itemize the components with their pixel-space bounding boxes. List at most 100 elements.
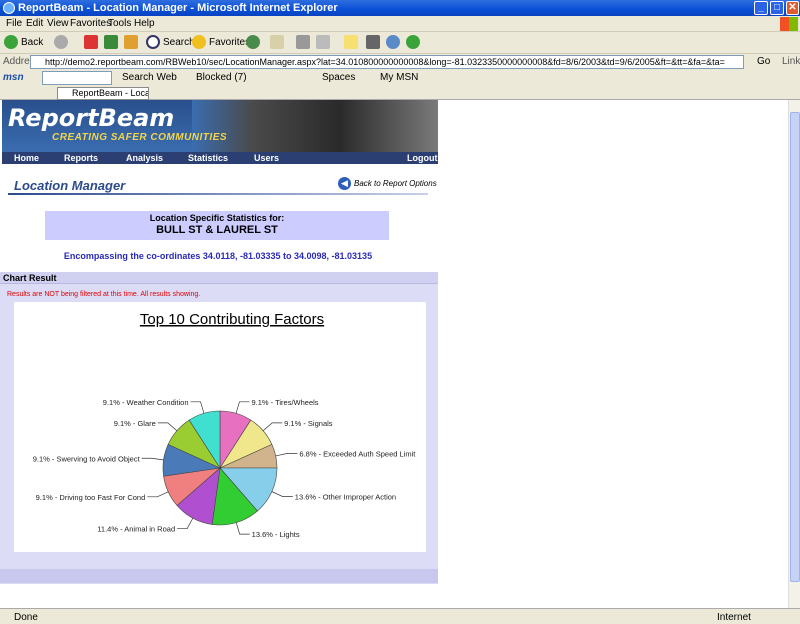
chart-title: Top 10 Contributing Factors	[140, 311, 324, 328]
slice-leader-line	[190, 401, 205, 414]
slice-leader-line	[262, 422, 283, 431]
vertical-scrollbar[interactable]	[788, 100, 800, 608]
browser-tab[interactable]: ReportBeam - Locatio...	[57, 87, 149, 100]
search-web-button[interactable]: Search Web	[122, 72, 177, 83]
slice-label: 9.1% - Glare	[114, 419, 156, 428]
windows-logo-icon	[780, 17, 798, 31]
status-text: Done	[14, 612, 38, 623]
pie-chart: Top 10 Contributing Factors 9.1% - Tires…	[33, 311, 417, 539]
coordinates-text: Encompassing the co-ordinates 34.0118, -…	[63, 251, 373, 261]
history-button[interactable]	[246, 35, 263, 51]
back-arrow-icon[interactable]: ◀	[338, 177, 351, 190]
address-input[interactable]: http://demo2.reportbeam.com/RBWeb10/sec/…	[30, 55, 744, 69]
search-icon	[146, 35, 160, 50]
location-stat-box: Location Specific Statistics for: BULL S…	[45, 211, 389, 240]
ie-icon	[3, 2, 15, 14]
stat-label: Location Specific Statistics for:	[149, 213, 285, 223]
discuss-button[interactable]	[344, 35, 361, 51]
menu-view[interactable]: View	[47, 18, 69, 29]
refresh-button[interactable]	[104, 35, 121, 51]
close-button[interactable]: ✕	[786, 1, 799, 15]
slice-leader-line	[141, 457, 164, 461]
stop-button[interactable]	[84, 35, 101, 51]
star-icon	[192, 35, 206, 50]
filter-warning: Results are NOT being filtered at this t…	[7, 291, 201, 298]
forward-arrow-icon	[54, 35, 68, 50]
slice-label: 9.1% - Swerving to Avoid Object	[33, 454, 141, 463]
edit-button[interactable]	[316, 35, 333, 51]
my-msn-button[interactable]: My MSN	[380, 72, 418, 83]
address-bar: Address http://demo2.reportbeam.com/RBWe…	[0, 54, 800, 70]
messenger-icon	[386, 35, 400, 50]
menu-help[interactable]: Help	[134, 18, 155, 29]
nav-logout[interactable]: Logout	[407, 152, 438, 164]
slice-label: 9.1% - Signals	[284, 419, 333, 428]
status-bar: Done Internet	[0, 608, 800, 624]
site-tagline: CREATING SAFER COMMUNITIES	[52, 132, 228, 143]
note-icon	[344, 35, 358, 50]
title-divider	[8, 193, 428, 195]
menu-tools[interactable]: Tools	[108, 18, 131, 29]
page-title: Location Manager	[14, 178, 126, 193]
standard-toolbar: Back Search Favorites	[0, 32, 800, 54]
panel-header: Chart Result	[0, 272, 438, 284]
slice-leader-line	[271, 491, 293, 497]
nav-reports[interactable]: Reports	[64, 152, 98, 164]
nav-home[interactable]: Home	[14, 152, 39, 164]
tab-bar: ReportBeam - Locatio...	[0, 86, 800, 100]
site-nav: Home Reports Analysis Statistics Users L…	[2, 152, 438, 164]
mail-button[interactable]	[270, 35, 287, 51]
menu-favorites[interactable]: Favorites	[70, 18, 111, 29]
back-arrow-icon	[4, 35, 18, 50]
links-button[interactable]: Links	[782, 56, 800, 67]
slice-label: 9.1% - Weather Condition	[103, 398, 189, 407]
banner-photo	[192, 100, 438, 152]
print-button[interactable]	[296, 35, 313, 51]
blocked-popups-button[interactable]: Blocked (7)	[196, 72, 247, 83]
window-titlebar: ReportBeam - Location Manager - Microsof…	[0, 0, 800, 16]
home-icon	[124, 35, 138, 50]
messenger-button[interactable]	[386, 35, 403, 51]
research-icon	[366, 35, 380, 50]
maximize-button[interactable]: □	[770, 1, 784, 15]
zone-text: Internet	[717, 612, 751, 623]
slice-label: 9.1% - Driving too Fast For Cond	[36, 493, 146, 502]
panel-footer	[0, 569, 438, 583]
msn-logo[interactable]: msn	[3, 72, 24, 83]
pie-chart-area: Top 10 Contributing Factors 9.1% - Tires…	[14, 302, 426, 552]
spaces-button[interactable]: Spaces	[322, 72, 355, 83]
chart-result-panel: Chart Result Results are NOT being filte…	[0, 272, 438, 584]
nav-statistics[interactable]: Statistics	[188, 152, 228, 164]
slice-label: 13.6% - Lights	[252, 530, 300, 539]
nav-users[interactable]: Users	[254, 152, 279, 164]
site-logo: ReportBeam	[8, 104, 175, 132]
slice-leader-line	[275, 453, 298, 457]
slice-leader-line	[235, 522, 250, 535]
slice-label: 9.1% - Tires/Wheels	[251, 398, 318, 407]
refresh-icon	[104, 35, 118, 50]
home-button[interactable]	[124, 35, 141, 51]
msn-search-input[interactable]	[42, 71, 112, 85]
menu-edit[interactable]: Edit	[26, 18, 43, 29]
back-to-report-options-link[interactable]: Back to Report Options	[354, 179, 437, 188]
favorites-button[interactable]: Favorites	[192, 35, 250, 51]
minimize-button[interactable]: _	[754, 1, 768, 15]
slice-leader-line	[157, 422, 178, 431]
forward-button[interactable]	[54, 35, 71, 51]
edit-icon	[316, 35, 330, 50]
print-icon	[296, 35, 310, 50]
slice-leader-line	[147, 491, 169, 498]
go-button[interactable]: Go	[757, 56, 770, 67]
nav-analysis[interactable]: Analysis	[126, 152, 163, 164]
slice-leader-line	[235, 401, 250, 414]
mail-icon	[270, 35, 284, 50]
history-icon	[246, 35, 260, 50]
search-button[interactable]: Search	[146, 35, 195, 51]
back-button[interactable]: Back	[4, 35, 43, 51]
page-content: ReportBeam CREATING SAFER COMMUNITIES Ho…	[0, 100, 788, 608]
research-button[interactable]	[366, 35, 383, 51]
menu-file[interactable]: File	[6, 18, 22, 29]
scrollbar-thumb[interactable]	[790, 112, 800, 582]
slice-leader-line	[177, 517, 194, 530]
buddies-button[interactable]	[406, 35, 423, 51]
